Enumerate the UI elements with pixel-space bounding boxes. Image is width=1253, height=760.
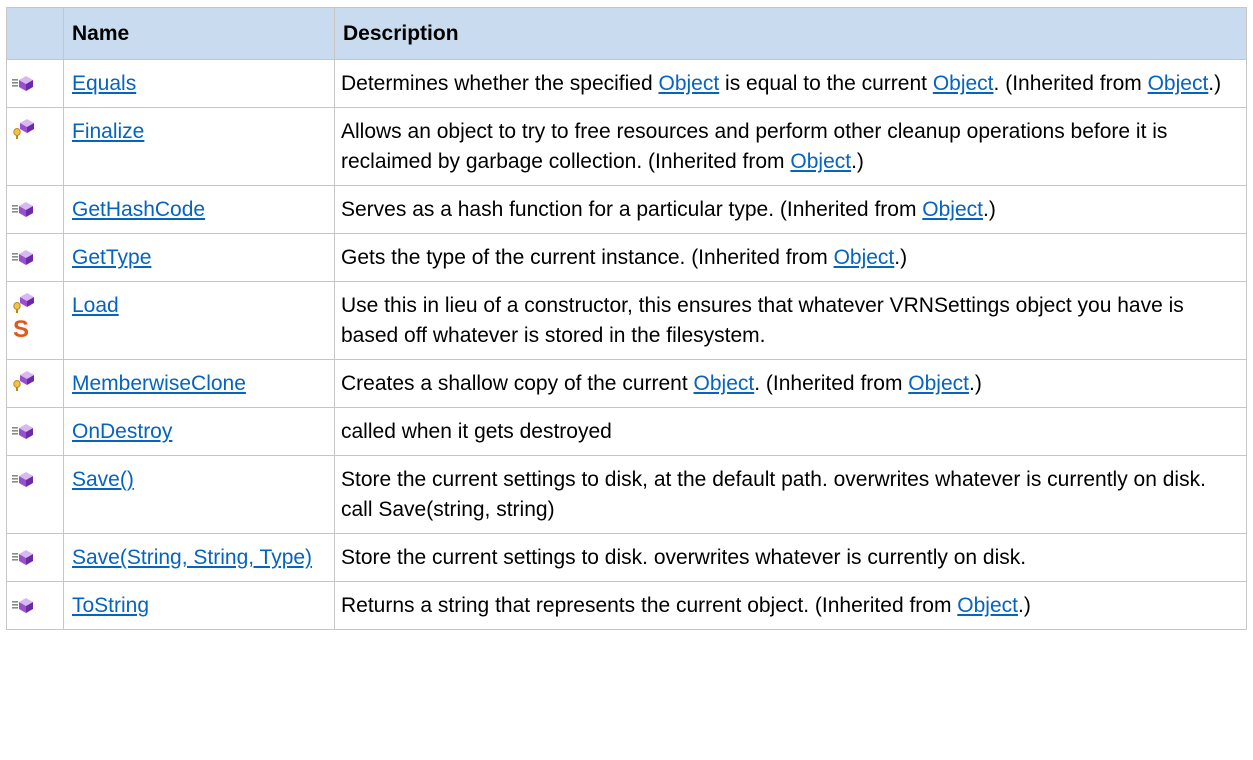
public-method-icon (11, 244, 37, 266)
object-type-link[interactable]: Object (1148, 72, 1209, 95)
member-name-link[interactable]: MemberwiseClone (72, 372, 246, 395)
description-text: Store the current settings to disk, at t… (341, 468, 1206, 521)
members-table: Name Description Equals Determines whethe… (6, 7, 1247, 630)
table-row: OnDestroy called when it gets destroyed (6, 407, 1247, 456)
member-icon-cell: S (6, 281, 64, 360)
member-name-link[interactable]: Equals (72, 72, 136, 95)
member-description-cell: Allows an object to try to free resource… (334, 107, 1247, 186)
description-text: Determines whether the specified (341, 72, 659, 95)
member-name-cell: GetHashCode (63, 185, 335, 234)
description-text: Use this in lieu of a constructor, this … (341, 294, 1184, 347)
member-icon-cell (6, 107, 64, 186)
member-description-cell: Serves as a hash function for a particul… (334, 185, 1247, 234)
table-row: Equals Determines whether the specified O… (6, 59, 1247, 108)
member-description-cell: Use this in lieu of a constructor, this … (334, 281, 1247, 360)
member-name-cell: ToString (63, 581, 335, 630)
member-name-link[interactable]: GetHashCode (72, 198, 205, 221)
member-name-cell: Finalize (63, 107, 335, 186)
table-row: Finalize Allows an object to try to free … (6, 107, 1247, 186)
member-icon-cell (6, 407, 64, 456)
member-description-cell: Creates a shallow copy of the current Ob… (334, 359, 1247, 408)
public-method-icon (11, 70, 37, 92)
table-header-row: Name Description (6, 7, 1247, 60)
member-description-cell: Store the current settings to disk, at t… (334, 455, 1247, 534)
table-row: Save() Store the current settings to disk… (6, 455, 1247, 534)
table-row: ToString Returns a string that represents… (6, 581, 1247, 630)
object-type-link[interactable]: Object (957, 594, 1018, 617)
description-text: is equal to the current (719, 72, 933, 95)
public-method-icon (11, 466, 37, 488)
description-text: .) (851, 150, 864, 173)
member-name-cell: GetType (63, 233, 335, 282)
member-name-cell: Save() (63, 455, 335, 534)
public-method-icon (11, 592, 37, 614)
public-method-icon (11, 544, 37, 566)
object-type-link[interactable]: Object (908, 372, 969, 395)
description-text: .) (894, 246, 908, 269)
member-icon-cell (6, 185, 64, 234)
description-text: . (Inherited from (993, 72, 1148, 95)
protected-method-icon (11, 118, 37, 140)
name-column-header: Name (63, 7, 335, 60)
member-name-cell: Save(String, String, Type) (63, 533, 335, 582)
description-column-header: Description (334, 7, 1247, 60)
description-text: . (Inherited from (754, 372, 909, 395)
member-name-link[interactable]: Load (72, 294, 119, 317)
description-text: Allows an object to try to free resource… (341, 120, 1168, 173)
member-icon-cell (6, 233, 64, 282)
description-text: Store the current settings to disk. over… (341, 546, 1027, 569)
member-name-link[interactable]: Save() (72, 468, 134, 491)
object-type-link[interactable]: Object (922, 198, 983, 221)
protected-method-icon (11, 370, 37, 392)
member-icon-cell (6, 59, 64, 108)
table-row: GetHashCode Serves as a hash function for… (6, 185, 1247, 234)
member-description-cell: Gets the type of the current instance. (… (334, 233, 1247, 282)
table-row: GetType Gets the type of the current inst… (6, 233, 1247, 282)
member-name-link[interactable]: Save(String, String, Type) (72, 546, 312, 569)
member-name-link[interactable]: OnDestroy (72, 420, 172, 443)
description-text: .) (1018, 594, 1031, 617)
object-type-link[interactable]: Object (790, 150, 851, 173)
member-description-cell: Returns a string that represents the cur… (334, 581, 1247, 630)
member-name-cell: Load (63, 281, 335, 360)
description-text: .) (983, 198, 996, 221)
member-name-cell: MemberwiseClone (63, 359, 335, 408)
public-method-icon (11, 196, 37, 218)
table-row: S Load Use this in lieu of a constructor, … (6, 281, 1247, 360)
object-type-link[interactable]: Object (834, 246, 895, 269)
object-type-link[interactable]: Object (933, 72, 994, 95)
description-text: called when it gets destroyed (341, 420, 612, 443)
object-type-link[interactable]: Object (659, 72, 720, 95)
description-text: .) (1208, 72, 1222, 95)
icon-column-header (6, 7, 64, 60)
description-text: Returns a string that represents the cur… (341, 594, 958, 617)
member-icon-cell (6, 533, 64, 582)
member-name-link[interactable]: GetType (72, 246, 151, 269)
member-description-cell: Determines whether the specified Object … (334, 59, 1247, 108)
member-description-cell: Store the current settings to disk. over… (334, 533, 1247, 582)
description-text: Serves as a hash function for a particul… (341, 198, 923, 221)
static-member-icon: S (13, 316, 30, 343)
table-row: MemberwiseClone Creates a shallow copy of… (6, 359, 1247, 408)
object-type-link[interactable]: Object (694, 372, 755, 395)
member-icon-cell (6, 455, 64, 534)
description-text: Gets the type of the current instance. (… (341, 246, 834, 269)
member-name-link[interactable]: Finalize (72, 120, 144, 143)
member-name-cell: Equals (63, 59, 335, 108)
protected-method-icon (11, 292, 37, 314)
table-row: Save(String, String, Type) Store the curr… (6, 533, 1247, 582)
description-text: Creates a shallow copy of the current (341, 372, 694, 395)
member-icon-cell (6, 359, 64, 408)
member-name-cell: OnDestroy (63, 407, 335, 456)
member-name-link[interactable]: ToString (72, 594, 149, 617)
description-text: .) (968, 372, 982, 395)
member-icon-cell (6, 581, 64, 630)
public-method-icon (11, 418, 37, 440)
member-description-cell: called when it gets destroyed (334, 407, 1247, 456)
